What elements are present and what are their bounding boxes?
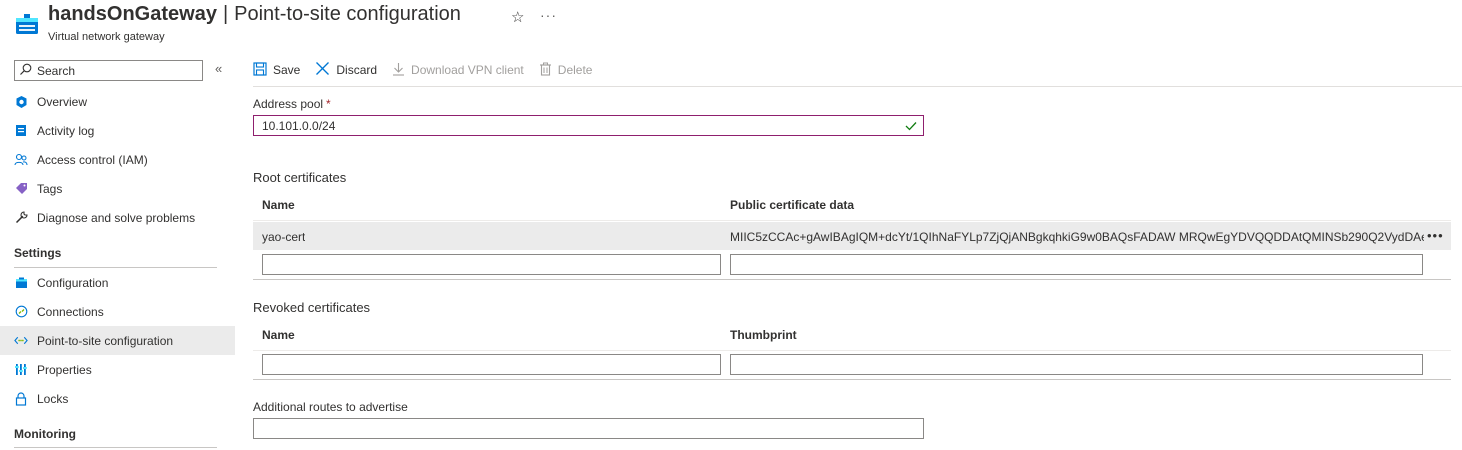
new-revoked-cert-thumbprint-field[interactable] bbox=[730, 354, 1423, 375]
discard-button[interactable]: Discard bbox=[315, 61, 377, 79]
new-revoked-cert-name-input[interactable] bbox=[263, 355, 720, 374]
additional-routes-field[interactable] bbox=[253, 418, 924, 439]
row-more-options-icon[interactable]: ••• bbox=[1427, 228, 1444, 243]
toolbar-divider bbox=[253, 86, 1462, 87]
delete-button[interactable]: Delete bbox=[539, 62, 593, 79]
address-pool-field[interactable] bbox=[253, 115, 924, 136]
root-cert-name-cell: yao-cert bbox=[262, 230, 306, 244]
root-cert-data-column-header: Public certificate data bbox=[730, 198, 855, 212]
resource-menu-sidebar: « Overview Activity log Access control (… bbox=[0, 56, 235, 450]
monitoring-section-header: Monitoring bbox=[14, 427, 76, 441]
divider bbox=[14, 447, 217, 448]
sidebar-item-locks[interactable]: Locks bbox=[0, 384, 235, 413]
properties-icon bbox=[14, 363, 28, 377]
search-input[interactable] bbox=[37, 63, 197, 78]
people-icon bbox=[14, 153, 28, 167]
sidebar-item-overview[interactable]: Overview bbox=[0, 87, 235, 116]
settings-section-header: Settings bbox=[14, 246, 62, 260]
save-label: Save bbox=[273, 63, 301, 77]
title-separator: | bbox=[222, 3, 229, 25]
sidebar-item-label: Access control (IAM) bbox=[37, 152, 148, 167]
menu-search-box[interactable] bbox=[14, 60, 203, 81]
download-icon bbox=[392, 62, 411, 79]
sidebar-item-configuration[interactable]: Configuration bbox=[0, 268, 235, 297]
more-options-ellipsis-icon[interactable]: ··· bbox=[540, 7, 557, 23]
additional-routes-input[interactable] bbox=[254, 419, 923, 438]
page-title: handsOnGateway | Point-to-site configura… bbox=[48, 3, 461, 26]
virtual-network-gateway-icon bbox=[14, 12, 40, 38]
root-cert-name-column-header: Name bbox=[262, 198, 295, 212]
search-icon bbox=[19, 63, 37, 79]
divider bbox=[253, 379, 1451, 380]
root-cert-data-cell: MIIC5zCCAc+gAwIBAgIQM+dcYt/1QIhNaFYLp7Zj… bbox=[730, 230, 1424, 244]
sidebar-item-label: Activity log bbox=[37, 123, 95, 138]
trash-icon bbox=[539, 62, 558, 79]
root-certificates-title: Root certificates bbox=[253, 170, 347, 185]
new-revoked-cert-thumbprint-input[interactable] bbox=[731, 355, 1422, 374]
checkmark-icon bbox=[905, 120, 917, 134]
page-header: handsOnGateway | Point-to-site configura… bbox=[0, 0, 1462, 50]
required-marker: * bbox=[326, 97, 331, 111]
sidebar-item-label: Tags bbox=[37, 181, 63, 196]
activity-log-icon bbox=[14, 124, 28, 138]
resource-type-subtitle: Virtual network gateway bbox=[48, 31, 165, 43]
download-vpn-client-button[interactable]: Download VPN client bbox=[392, 62, 524, 79]
address-pool-input[interactable] bbox=[262, 118, 892, 133]
additional-routes-label: Additional routes to advertise bbox=[253, 400, 408, 414]
revoked-cert-thumbprint-column-header: Thumbprint bbox=[730, 328, 797, 342]
new-revoked-cert-name-field[interactable] bbox=[262, 354, 721, 375]
sidebar-item-tags[interactable]: Tags bbox=[0, 174, 235, 203]
address-pool-label: Address pool * bbox=[253, 97, 331, 111]
save-button[interactable]: Save bbox=[253, 61, 301, 79]
revoked-cert-name-column-header: Name bbox=[262, 328, 295, 342]
sidebar-item-point-to-site[interactable]: Point-to-site configuration bbox=[0, 326, 235, 355]
close-icon bbox=[315, 61, 336, 79]
connections-icon bbox=[14, 305, 28, 319]
sidebar-item-properties[interactable]: Properties bbox=[0, 355, 235, 384]
save-icon bbox=[253, 61, 273, 79]
page-name: Point-to-site configuration bbox=[234, 3, 461, 25]
new-root-cert-name-input[interactable] bbox=[263, 255, 720, 274]
lock-icon bbox=[14, 391, 28, 406]
collapse-menu-icon[interactable]: « bbox=[215, 61, 222, 76]
new-root-cert-name-field[interactable] bbox=[262, 254, 721, 275]
sidebar-item-diagnose[interactable]: Diagnose and solve problems bbox=[0, 203, 235, 232]
sidebar-item-label: Connections bbox=[37, 304, 104, 319]
divider bbox=[253, 350, 1451, 351]
resource-name: handsOnGateway bbox=[48, 3, 217, 25]
sidebar-item-label: Point-to-site configuration bbox=[37, 333, 174, 348]
new-root-cert-data-input[interactable] bbox=[731, 255, 1422, 274]
sidebar-item-label: Properties bbox=[37, 362, 92, 377]
tag-icon bbox=[14, 182, 28, 196]
download-label: Download VPN client bbox=[411, 63, 524, 77]
overview-icon bbox=[14, 95, 28, 109]
sidebar-item-label: Locks bbox=[37, 391, 69, 406]
delete-label: Delete bbox=[557, 63, 593, 77]
divider bbox=[253, 279, 1451, 280]
sidebar-item-label: Overview bbox=[37, 94, 88, 109]
sidebar-item-label: Diagnose and solve problems bbox=[37, 210, 196, 225]
sidebar-item-access-control[interactable]: Access control (IAM) bbox=[0, 145, 235, 174]
configuration-icon bbox=[14, 276, 28, 290]
favorite-star-icon[interactable]: ☆ bbox=[511, 8, 524, 26]
sidebar-item-label: Configuration bbox=[37, 275, 109, 290]
revoked-certificates-title: Revoked certificates bbox=[253, 300, 371, 315]
divider bbox=[253, 220, 1451, 221]
discard-label: Discard bbox=[336, 63, 378, 77]
point-to-site-icon bbox=[14, 334, 28, 348]
sidebar-item-activity-log[interactable]: Activity log bbox=[0, 116, 235, 145]
command-bar: Save Discard Download VPN client Delete bbox=[253, 58, 607, 82]
sidebar-item-connections[interactable]: Connections bbox=[0, 297, 235, 326]
new-root-cert-data-field[interactable] bbox=[730, 254, 1423, 275]
wrench-icon bbox=[14, 211, 28, 225]
address-pool-label-text: Address pool bbox=[253, 97, 324, 111]
